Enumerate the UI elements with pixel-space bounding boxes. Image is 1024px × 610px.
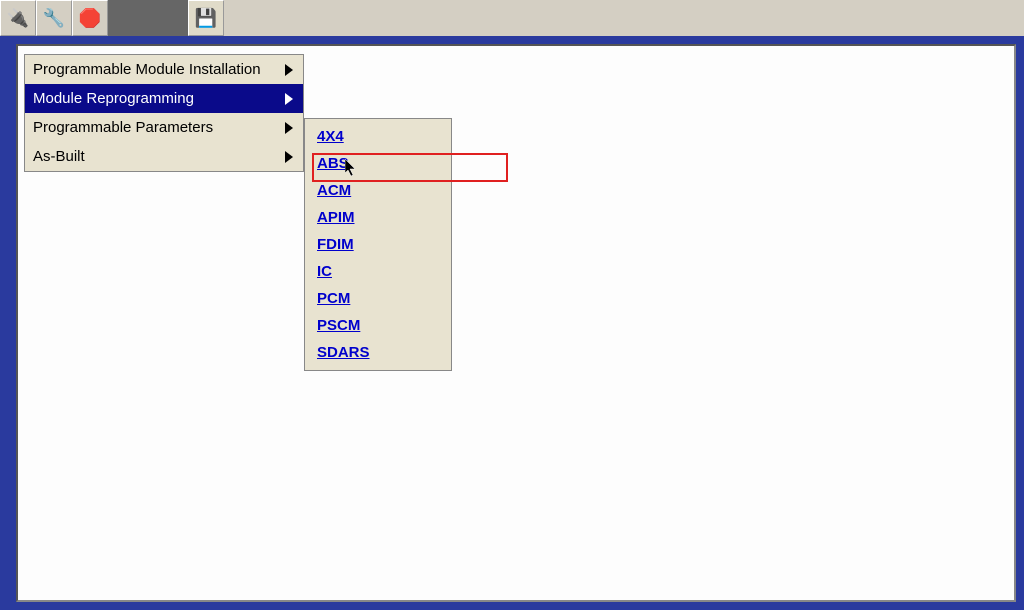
- sub-item-pscm[interactable]: PSCM: [305, 312, 451, 339]
- plug-icon: 🔌: [7, 8, 29, 29]
- app-frame: 🔌 🔧 🛑 💾 Programmable Module Installation…: [0, 0, 1024, 610]
- sub-item-ic[interactable]: IC: [305, 258, 451, 285]
- toolbar-gap: [108, 0, 188, 36]
- sub-item-sdars[interactable]: SDARS: [305, 339, 451, 366]
- toolbar-btn-connect[interactable]: 🔌: [0, 0, 36, 36]
- menu-label: As-Built: [33, 148, 85, 165]
- sub-item-abs[interactable]: ABS: [305, 150, 451, 177]
- sub-item-4x4[interactable]: 4X4: [305, 123, 451, 150]
- toolbar-btn-save[interactable]: 💾: [188, 0, 224, 36]
- chevron-right-icon: [285, 93, 293, 105]
- menu-label: Module Reprogramming: [33, 90, 194, 107]
- content-area: Programmable Module Installation Module …: [16, 44, 1016, 602]
- toolbar-btn-stop[interactable]: 🛑: [72, 0, 108, 36]
- menu-item-pmi[interactable]: Programmable Module Installation: [25, 55, 303, 84]
- sub-item-acm[interactable]: ACM: [305, 177, 451, 204]
- main-menu: Programmable Module Installation Module …: [24, 54, 304, 172]
- menu-item-as-built[interactable]: As-Built: [25, 142, 303, 171]
- menu-item-module-reprogramming[interactable]: Module Reprogramming: [25, 84, 303, 113]
- disk-icon: 💾: [195, 8, 217, 29]
- menu-label: Programmable Module Installation: [33, 61, 261, 78]
- chevron-right-icon: [285, 122, 293, 134]
- chevron-right-icon: [285, 64, 293, 76]
- toolbar: 🔌 🔧 🛑 💾: [0, 0, 1024, 36]
- sub-item-pcm[interactable]: PCM: [305, 285, 451, 312]
- stop-icon: 🛑: [79, 8, 101, 29]
- menu-label: Programmable Parameters: [33, 119, 213, 136]
- sub-menu: 4X4 ABS ACM APIM FDIM IC PCM PSCM SDARS: [304, 118, 452, 371]
- sub-item-fdim[interactable]: FDIM: [305, 231, 451, 258]
- toolbar-btn-tool[interactable]: 🔧: [36, 0, 72, 36]
- sub-item-apim[interactable]: APIM: [305, 204, 451, 231]
- chevron-right-icon: [285, 151, 293, 163]
- menu-item-programmable-parameters[interactable]: Programmable Parameters: [25, 113, 303, 142]
- wrench-icon: 🔧: [43, 8, 65, 29]
